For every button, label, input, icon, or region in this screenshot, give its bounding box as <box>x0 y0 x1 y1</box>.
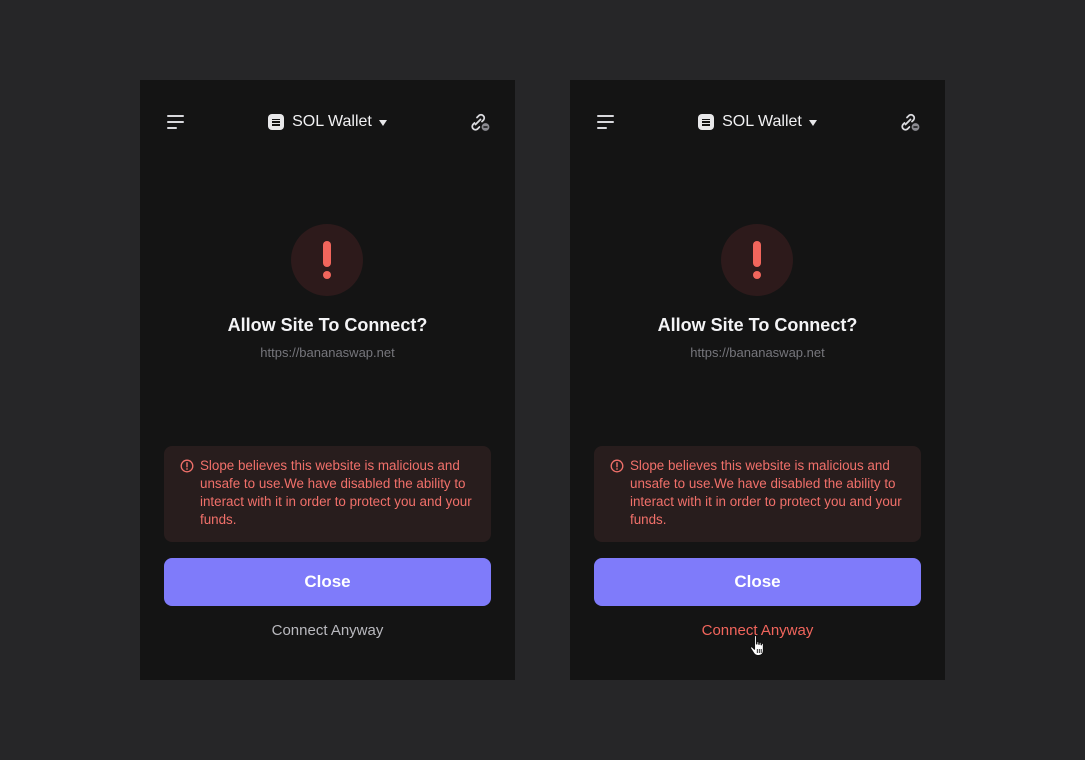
malicious-site-warning: Slope believes this website is malicious… <box>164 446 491 542</box>
slope-logo-icon <box>698 114 715 130</box>
wallet-selector[interactable]: SOL Wallet <box>570 111 945 133</box>
caret-down-icon <box>808 120 817 126</box>
wallet-popup-default: SOL Wallet Allow Site To Connect? https:… <box>140 80 515 680</box>
wallet-selector[interactable]: SOL Wallet <box>140 111 515 133</box>
wallet-name: SOL Wallet <box>292 113 372 130</box>
close-button[interactable]: Close <box>594 558 921 606</box>
site-url: https://bananaswap.net <box>260 345 395 360</box>
exclamation-icon <box>721 224 793 296</box>
link-disconnected-icon[interactable] <box>897 111 921 133</box>
page-title: Allow Site To Connect? <box>657 315 858 335</box>
warning-text: Slope believes this website is malicious… <box>630 458 902 527</box>
connect-anyway-button[interactable]: Connect Anyway <box>140 622 515 639</box>
wallet-name: SOL Wallet <box>722 113 802 130</box>
close-button[interactable]: Close <box>164 558 491 606</box>
hand-pointer-icon <box>749 634 764 657</box>
slope-logo-icon <box>268 114 285 130</box>
malicious-site-warning: Slope believes this website is malicious… <box>594 446 921 542</box>
alert-circle-icon <box>180 459 194 473</box>
warning-text: Slope believes this website is malicious… <box>200 458 472 527</box>
wallet-popup-hover: SOL Wallet Allow Site To Connect? https:… <box>570 80 945 680</box>
exclamation-icon <box>291 224 363 296</box>
caret-down-icon <box>378 120 387 126</box>
link-disconnected-icon[interactable] <box>467 111 491 133</box>
site-url: https://bananaswap.net <box>690 345 825 360</box>
alert-circle-icon <box>610 459 624 473</box>
page-title: Allow Site To Connect? <box>227 315 428 335</box>
